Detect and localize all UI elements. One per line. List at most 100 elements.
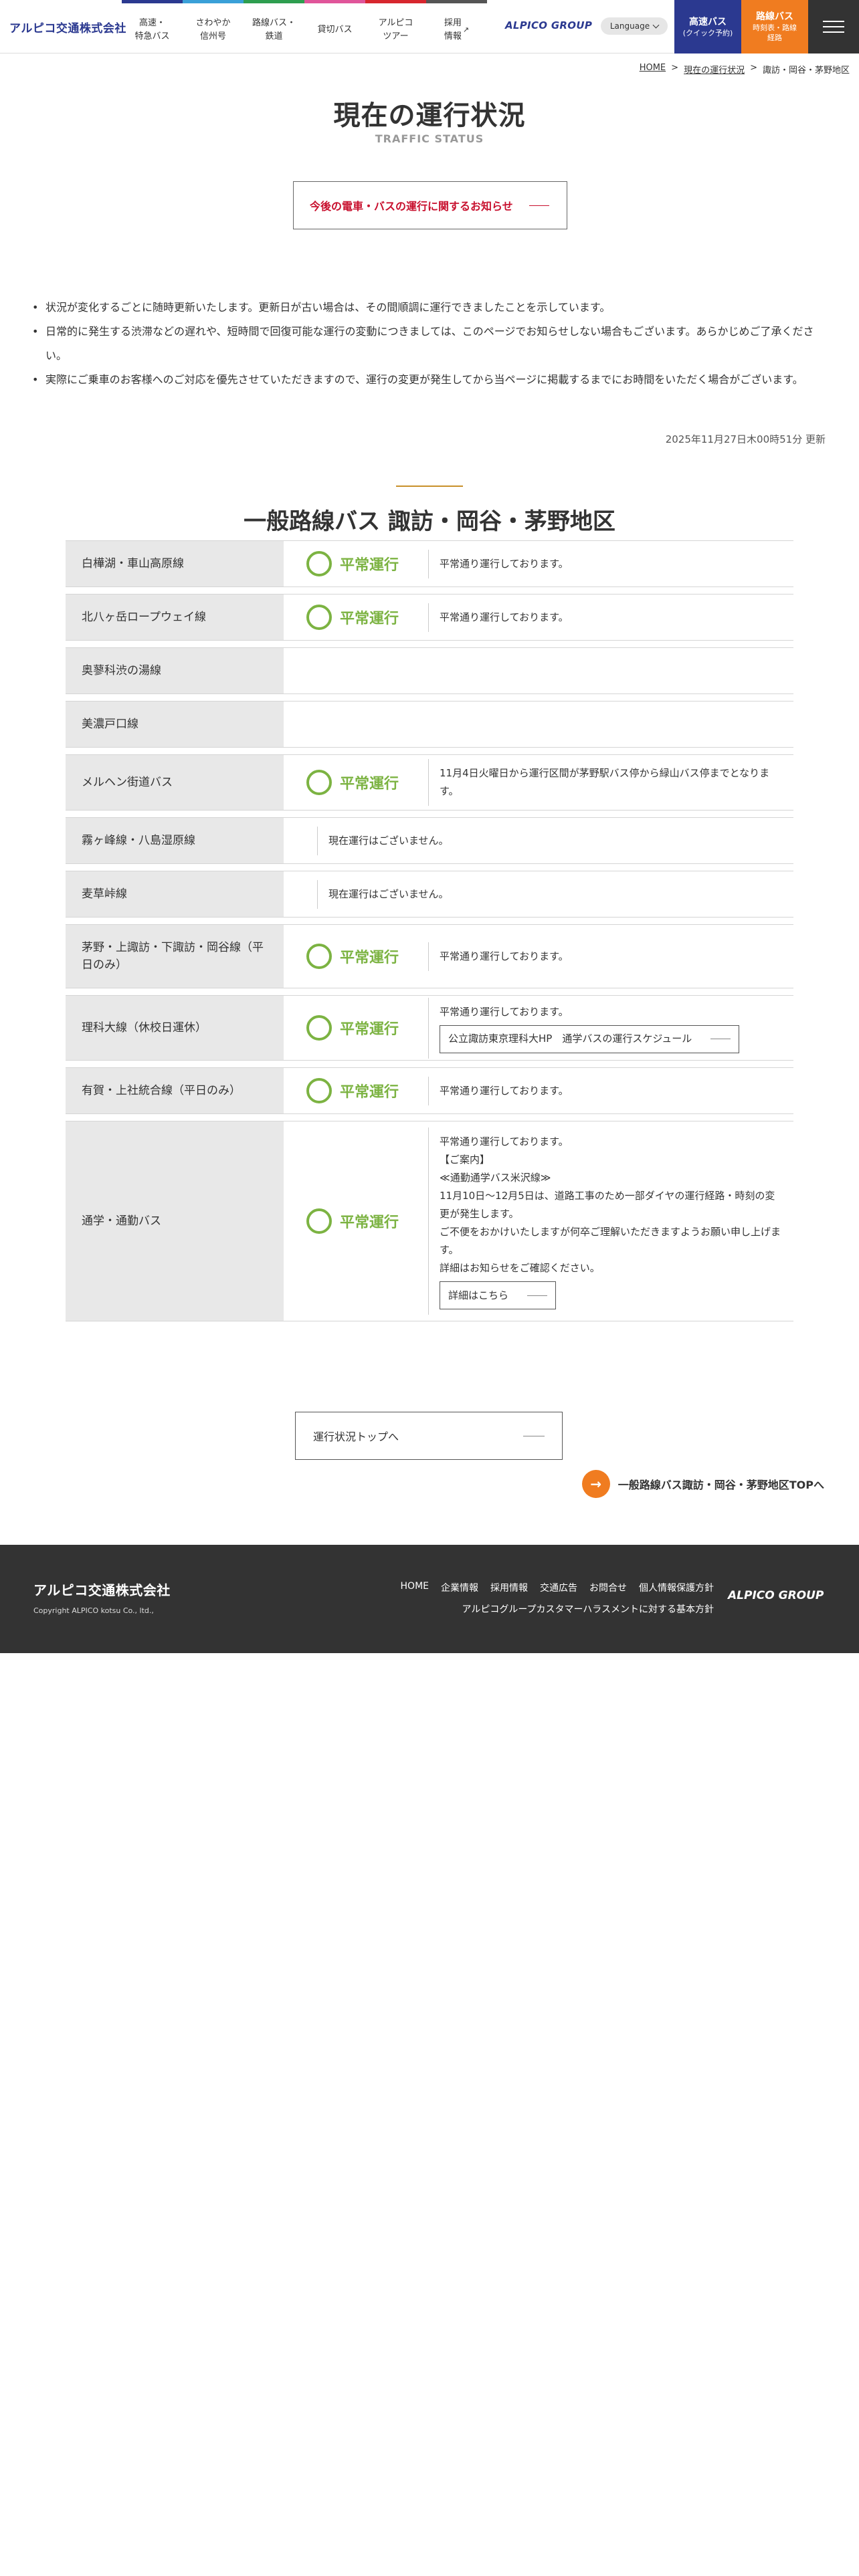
message-cell: 現在運行はございません。 (284, 818, 793, 863)
footer-link-harassment[interactable]: アルピコグループカスタマーハラスメントに対する基本方針 (381, 1602, 714, 1616)
status-cell: 平常運行 (284, 755, 417, 810)
route-name: 美濃戸口線 (66, 702, 284, 747)
footer-link-ads[interactable]: 交通広告 (540, 1581, 577, 1594)
normal-circle-icon (306, 770, 332, 795)
menu-icon-bar (823, 26, 844, 27)
notes-list: 状況が変化するごとに随時更新いたします。更新日が古い場合は、その間順調に運行でき… (32, 296, 835, 392)
notice-button-label: 今後の電車・バスの運行に関するお知らせ (310, 200, 513, 213)
message-cell: 現在運行はございません。 (284, 871, 793, 917)
table-row: 有賀・上社統合線（平日のみ） 平常運行 平常通り運行しております。 (66, 1067, 793, 1114)
table-row: 北八ヶ岳ロープウェイ線 平常運行 平常通り運行しております。 (66, 594, 793, 641)
quick2-sub: 時刻表・路線 経路 (753, 23, 797, 42)
table-row: 通学・通勤バス 平常運行 平常通り運行しております。 【ご案内】 ≪通勤通学バス米沢… (66, 1121, 793, 1321)
menu-icon (823, 21, 844, 22)
status-top-label: 運行状況トップへ (313, 1430, 399, 1443)
status-message: 平常通り運行しております。 (440, 950, 569, 962)
route-name: 奥蓼科渋の湯線 (66, 648, 284, 693)
breadcrumb-home[interactable]: HOME (640, 63, 666, 76)
message-wrapper: 11月4日火曜日から運行区間が茅野駅バス停から緑山バス停までとなります。 (428, 759, 783, 806)
note-item: 実際にご乗車のお客様へのご対応を優先させていただきますので、運行の変更が発生して… (32, 368, 835, 392)
site-logo[interactable]: アルピコ交通株式会社 (9, 19, 126, 35)
language-button[interactable]: Language (601, 17, 668, 35)
table-row: 麦草峠線 現在運行はございません。 (66, 871, 793, 918)
route-bus-quick-button[interactable]: 路線バス 時刻表・路線 経路 (741, 0, 808, 53)
notice-button[interactable]: 今後の電車・バスの運行に関するお知らせ (293, 181, 567, 229)
status-text: 平常運行 (340, 950, 399, 966)
status-message: 平常通り運行しております。 (440, 1005, 569, 1018)
detail-link-button[interactable]: 詳細はこちら (440, 1281, 557, 1309)
normal-circle-icon (306, 1078, 332, 1103)
route-name: メルヘン街道バス (66, 755, 284, 810)
detail-link-label: 公立諏訪東京理科大HP 通学バスの運行スケジュール (448, 1033, 692, 1045)
message-cell: 平常通り運行しております。 【ご案内】 ≪通勤通学バス米沢線≫ 11月10日～1… (417, 1121, 793, 1321)
nav-item-0[interactable]: 高速・ 特急バス (122, 0, 183, 53)
status-message: 平常通り運行しております。 (440, 611, 569, 623)
nav-item-4[interactable]: アルピコ ツアー (365, 0, 426, 53)
status-message: 平常通り運行しております。 【ご案内】 ≪通勤通学バス米沢線≫ 11月10日～1… (440, 1136, 781, 1274)
footer-group-logo[interactable]: ALPICO GROUP (728, 1589, 824, 1602)
alpico-group-logo[interactable]: ALPICO GROUP (505, 19, 592, 31)
detail-link-label: 詳細はこちら (448, 1289, 509, 1301)
status-message: 現在運行はございません。 (328, 834, 449, 847)
note-item: 状況が変化するごとに随時更新いたします。更新日が古い場合は、その間順調に運行でき… (32, 296, 835, 320)
status-cell: 平常運行 (284, 925, 417, 988)
footer-copyright: Copyright ALPICO kotsu Co., ltd., (33, 1606, 154, 1615)
nav-item-label: 路線バス・ 鉄道 (252, 17, 296, 41)
message-wrapper: 平常通り運行しております。公立諏訪東京理科大HP 通学バスの運行スケジュール (428, 997, 740, 1059)
normal-circle-icon (306, 605, 332, 630)
route-name: 茅野・上諏訪・下諏訪・岡谷線（平日のみ） (66, 925, 284, 988)
highway-bus-quick-button[interactable]: 高速バス (クイック予約) (674, 0, 741, 53)
nav-item-5[interactable]: 採用 情報 ↗ (426, 0, 487, 53)
route-name: 理科大線（休校日運休） (66, 996, 284, 1060)
nav-item-label: アルピコ ツアー (378, 17, 413, 41)
message-wrapper: 平常通り運行しております。 (428, 942, 569, 971)
hamburger-menu-button[interactable] (808, 0, 859, 53)
menu-icon-bar (823, 31, 844, 33)
nav-item-2[interactable]: 路線バス・ 鉄道 (244, 0, 304, 53)
note-item: 日常的に発生する渋滞などの遅れや、短時間で回復可能な運行の変動につきましては、こ… (32, 320, 835, 368)
section-title: 一般路線バス 諏訪・岡谷・茅野地区 (244, 508, 615, 535)
normal-circle-icon (306, 551, 332, 576)
status-message: 平常通り運行しております。 (440, 557, 569, 570)
status-cell: 平常運行 (284, 595, 417, 640)
breadcrumb: HOME > 現在の運行状況 > 諏訪・岡谷・茅野地区 (640, 63, 850, 76)
page-title: 現在の運行状況 (333, 100, 526, 131)
nav-item-3[interactable]: 貸切バス (304, 0, 365, 53)
table-row: 奥蓼科渋の湯線 (66, 647, 793, 694)
footer-link-contact[interactable]: お問合せ (589, 1581, 627, 1594)
footer-link-privacy[interactable]: 個人情報保護方針 (639, 1581, 714, 1594)
message-cell: 11月4日火曜日から運行区間が茅野駅バス停から緑山バス停までとなります。 (417, 755, 793, 810)
message-cell: 平常通り運行しております。 (417, 541, 793, 586)
section-accent-bar (396, 486, 463, 487)
line-arrow-icon (527, 1295, 548, 1296)
nav-item-1[interactable]: さわやか 信州号 (183, 0, 244, 53)
breadcrumb-separator: > (671, 63, 679, 73)
breadcrumb-status[interactable]: 現在の運行状況 (684, 63, 745, 76)
footer-link-recruit[interactable]: 採用情報 (490, 1581, 528, 1594)
message-wrapper: 平常通り運行しております。 (428, 603, 569, 632)
status-text: 平常運行 (340, 611, 399, 627)
nav-item-label: 採用 情報 (444, 17, 462, 41)
footer-link-home[interactable]: HOME (401, 1581, 429, 1594)
detail-link-button[interactable]: 公立諏訪東京理科大HP 通学バスの運行スケジュール (440, 1025, 740, 1053)
message-wrapper: 平常通り運行しております。 (428, 1076, 569, 1105)
footer-link-company[interactable]: 企業情報 (441, 1581, 478, 1594)
quick1-title: 高速バス (689, 16, 727, 27)
normal-circle-icon (306, 1015, 332, 1041)
route-name: 有賀・上社統合線（平日のみ） (66, 1068, 284, 1113)
normal-circle-icon (306, 1208, 332, 1234)
message-cell: 平常通り運行しております。 (417, 595, 793, 640)
external-link-icon: ↗ (462, 25, 470, 34)
status-top-button[interactable]: 運行状況トップへ (295, 1412, 563, 1460)
status-text: 平常運行 (340, 1021, 399, 1038)
quick1-sub: (クイック予約) (682, 28, 733, 37)
nav-item-label: さわやか 信州号 (195, 17, 231, 41)
message-cell: 平常通り運行しております。公立諏訪東京理科大HP 通学バスの運行スケジュール (417, 996, 793, 1060)
footer-logo[interactable]: アルピコ交通株式会社 (33, 1580, 171, 1599)
status-text: 平常運行 (340, 557, 399, 574)
message-wrapper: 現在運行はございません。 (317, 826, 449, 855)
status-text: 平常運行 (340, 1084, 399, 1101)
quick2-title: 路線バス (756, 11, 793, 22)
area-top-link[interactable]: → 一般路線バス諏訪・岡谷・茅野地区TOPへ (581, 1470, 824, 1498)
table-row: 茅野・上諏訪・下諏訪・岡谷線（平日のみ） 平常運行 平常通り運行しております。 (66, 924, 793, 988)
